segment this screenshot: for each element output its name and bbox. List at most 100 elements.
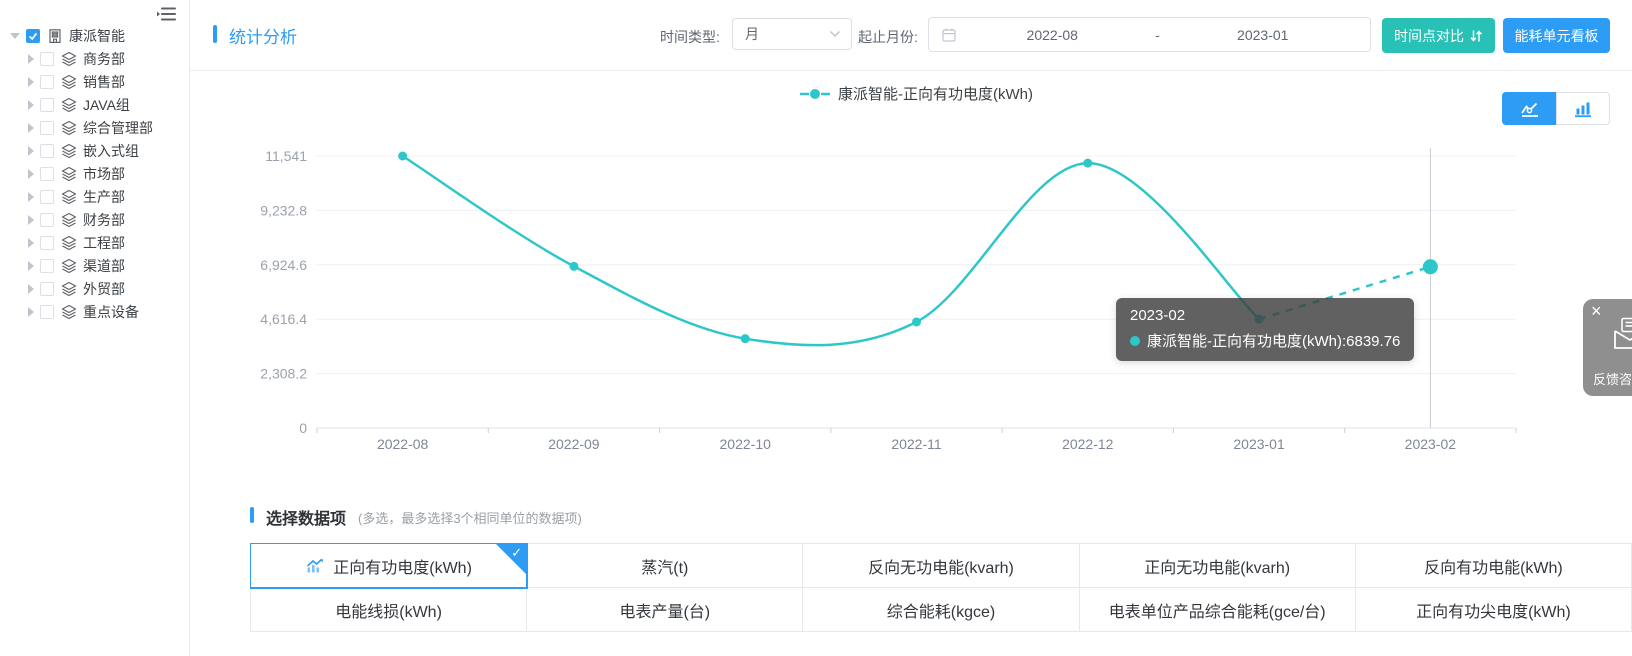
calendar-icon — [941, 27, 957, 43]
feedback-widget[interactable]: × 反馈咨询 — [1583, 299, 1632, 396]
caret-right-icon[interactable] — [28, 146, 34, 156]
time-point-compare-button[interactable]: 时间点对比 — [1382, 18, 1495, 53]
tree-node[interactable]: 重点设备 — [0, 300, 189, 323]
close-icon[interactable]: × — [1591, 301, 1602, 321]
checkbox-unchecked[interactable] — [40, 282, 54, 296]
data-item-cell[interactable]: 蒸汽(t) — [527, 544, 803, 588]
tree-node[interactable]: 生产部 — [0, 185, 189, 208]
tree-node-label: 销售部 — [83, 72, 125, 92]
y-axis-tick-label: 0 — [299, 420, 307, 436]
tree-node-label: 康派智能 — [69, 26, 125, 46]
caret-right-icon[interactable] — [28, 123, 34, 133]
tree-node[interactable]: JAVA组 — [0, 93, 189, 116]
data-item-cell[interactable]: 正向无功电能(kvarh) — [1080, 544, 1356, 588]
range-separator: - — [1148, 27, 1168, 43]
checkbox-unchecked[interactable] — [40, 259, 54, 273]
data-item-cell[interactable]: 电能线损(kWh) — [251, 588, 527, 632]
tree-node[interactable]: 商务部 — [0, 47, 189, 70]
tree-node[interactable]: 销售部 — [0, 70, 189, 93]
checkbox-unchecked[interactable] — [40, 213, 54, 227]
data-item-label: 蒸汽(t) — [641, 554, 688, 578]
data-point-2022-12[interactable] — [1083, 159, 1092, 168]
checkbox-unchecked[interactable] — [40, 98, 54, 112]
tree-node[interactable]: 渠道部 — [0, 254, 189, 277]
checkbox-checked[interactable] — [26, 29, 40, 43]
caret-right-icon[interactable] — [28, 307, 34, 317]
selector-note: (多选，最多选择3个相同单位的数据项) — [358, 508, 582, 527]
tree-node-label: JAVA组 — [83, 95, 130, 115]
checkbox-unchecked[interactable] — [40, 52, 54, 66]
caret-right-icon[interactable] — [28, 100, 34, 110]
tree-node[interactable]: 工程部 — [0, 231, 189, 254]
data-item-cell[interactable]: 综合能耗(kgce) — [803, 588, 1079, 632]
tree-node[interactable]: 财务部 — [0, 208, 189, 231]
x-axis-label: 2022-12 — [1062, 436, 1114, 452]
layers-icon — [61, 143, 77, 159]
tree-node[interactable]: 综合管理部 — [0, 116, 189, 139]
x-axis-label: 2022-08 — [377, 436, 429, 452]
data-item-cell-selected[interactable]: 正向有功电度(kWh) ✓ — [251, 544, 527, 588]
layers-icon — [61, 212, 77, 228]
data-item-cell[interactable]: 电表产量(台) — [527, 588, 803, 632]
data-item-cell[interactable]: 电表单位产品综合能耗(gce/台) — [1080, 588, 1356, 632]
caret-right-icon[interactable] — [28, 169, 34, 179]
y-axis-tick-label: 2,308.2 — [260, 366, 307, 382]
checkbox-unchecked[interactable] — [40, 236, 54, 250]
tree-node[interactable]: 市场部 — [0, 162, 189, 185]
org-tree: 康派智能 商务部 销售部 — [0, 24, 189, 323]
range-end-input[interactable]: 2023-01 — [1168, 27, 1359, 43]
data-item-cell[interactable]: 反向有功电能(kWh) — [1356, 544, 1632, 588]
tree-node[interactable]: 外贸部 — [0, 277, 189, 300]
data-point-2022-09[interactable] — [569, 262, 578, 271]
x-axis-label: 2022-11 — [891, 436, 942, 452]
tree-node[interactable]: 嵌入式组 — [0, 139, 189, 162]
checkbox-unchecked[interactable] — [40, 144, 54, 158]
collapse-sidebar-button[interactable] — [157, 6, 177, 22]
tree-node-root[interactable]: 康派智能 — [0, 24, 189, 47]
x-axis-label: 2022-09 — [548, 436, 600, 452]
checkbox-unchecked[interactable] — [40, 121, 54, 135]
data-item-label: 电表单位产品综合能耗(gce/台) — [1109, 598, 1326, 622]
energy-unit-board-button[interactable]: 能耗单元看板 — [1503, 18, 1610, 53]
checkbox-unchecked[interactable] — [40, 190, 54, 204]
tree-node-label: 重点设备 — [83, 302, 139, 322]
tooltip-title: 2023-02 — [1130, 307, 1400, 324]
chart-area[interactable]: 02,308.24,616.46,924.69,232.811,5412022-… — [190, 70, 1632, 470]
caret-right-icon[interactable] — [28, 284, 34, 294]
tree-node-label: 生产部 — [83, 187, 125, 207]
legend-line-marker-icon — [800, 88, 830, 100]
data-item-cell[interactable]: 正向有功尖电度(kWh) — [1356, 588, 1632, 632]
caret-right-icon[interactable] — [28, 77, 34, 87]
line-chart[interactable]: 02,308.24,616.46,924.69,232.811,5412022-… — [190, 70, 1632, 470]
title-accent-bar — [213, 25, 217, 43]
legend-item[interactable]: 康派智能-正向有功电度(kWh) — [800, 83, 1033, 104]
caret-right-icon[interactable] — [28, 54, 34, 64]
time-type-select[interactable]: 月 — [732, 18, 852, 50]
data-point-2022-08[interactable] — [398, 152, 407, 161]
bar-chart-toggle-button[interactable] — [1556, 92, 1610, 125]
layers-icon — [61, 258, 77, 274]
month-range-picker[interactable]: 2022-08 - 2023-01 — [928, 17, 1371, 52]
selector-title: 选择数据项 — [266, 505, 346, 529]
feedback-label: 反馈咨询 — [1593, 369, 1632, 388]
data-point-2023-02[interactable] — [1423, 259, 1438, 274]
data-point-2022-11[interactable] — [912, 317, 921, 326]
tree-node-label: 综合管理部 — [83, 118, 153, 138]
data-point-2022-10[interactable] — [741, 334, 750, 343]
caret-right-icon[interactable] — [28, 192, 34, 202]
layers-icon — [61, 51, 77, 67]
caret-down-icon[interactable] — [10, 33, 20, 39]
caret-right-icon[interactable] — [28, 261, 34, 271]
data-item-label: 正向有功尖电度(kWh) — [1416, 598, 1571, 622]
line-chart-toggle-button[interactable] — [1502, 92, 1556, 125]
checkbox-unchecked[interactable] — [40, 167, 54, 181]
range-start-input[interactable]: 2022-08 — [957, 27, 1148, 43]
data-item-cell[interactable]: 反向无功电能(kvarh) — [803, 544, 1079, 588]
caret-right-icon[interactable] — [28, 215, 34, 225]
range-label: 起止月份: — [858, 27, 918, 47]
checkbox-unchecked[interactable] — [40, 75, 54, 89]
page-title: 统计分析 — [229, 23, 297, 48]
checkbox-unchecked[interactable] — [40, 305, 54, 319]
caret-right-icon[interactable] — [28, 238, 34, 248]
tree-node-label: 市场部 — [83, 164, 125, 184]
